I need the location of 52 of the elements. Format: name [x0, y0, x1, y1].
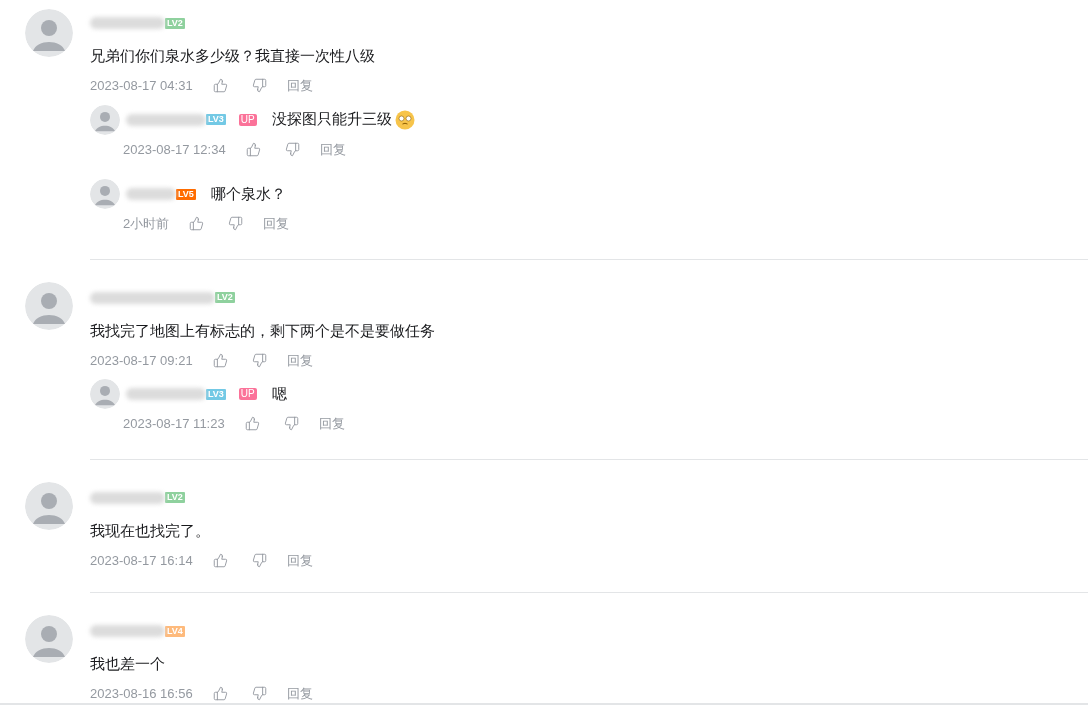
reply-button[interactable]: 回复	[263, 214, 290, 234]
dislike-icon[interactable]	[251, 352, 267, 368]
comment-time: 2023-08-17 16:14	[90, 551, 193, 570]
comment-time: 2小时前	[123, 215, 170, 233]
dislike-icon[interactable]	[283, 416, 299, 432]
blurred-name	[126, 188, 176, 200]
avatar-icon[interactable]	[25, 615, 73, 663]
level-badge: LV3	[206, 388, 226, 400]
avatar-icon[interactable]	[90, 379, 120, 409]
avatar-icon[interactable]	[90, 179, 120, 209]
reply-button[interactable]: 回复	[286, 550, 313, 570]
like-icon[interactable]	[212, 78, 228, 94]
level-badge: LV5	[176, 188, 196, 200]
reply-button[interactable]: 回复	[318, 414, 345, 434]
like-icon[interactable]	[244, 416, 260, 432]
reply-button[interactable]: 回复	[319, 139, 346, 159]
level-badge: LV4	[165, 625, 185, 637]
comment-time: 2023-08-16 16:56	[90, 685, 193, 703]
reply-button[interactable]: 回复	[286, 684, 313, 704]
dislike-icon[interactable]	[228, 216, 244, 232]
reply-text: 嗯	[271, 383, 287, 404]
comment-time: 2023-08-17 12:34	[123, 140, 226, 159]
up-badge: UP	[238, 388, 257, 400]
reply-button[interactable]: 回复	[286, 350, 313, 370]
avatar-icon[interactable]	[25, 281, 73, 330]
avatar-icon[interactable]	[25, 9, 73, 57]
dislike-icon[interactable]	[251, 552, 267, 568]
comment-time: 2023-08-17 09:21	[90, 351, 193, 370]
level-badge: LV2	[165, 492, 185, 503]
comment-text: 我也差一个	[90, 654, 166, 674]
dislike-icon[interactable]	[284, 141, 300, 157]
up-badge: UP	[238, 113, 257, 126]
like-icon[interactable]	[245, 141, 261, 157]
level-badge: LV3	[206, 114, 226, 125]
level-badge: LV2	[215, 292, 235, 303]
dislike-icon[interactable]	[251, 686, 267, 702]
comment-time: 2023-08-17 11:23	[123, 415, 225, 433]
comment-text: 我现在也找完了。	[90, 520, 211, 541]
like-icon[interactable]	[212, 686, 228, 702]
comment-text: 我找完了地图上有标志的，剩下两个是不是要做任务	[90, 320, 436, 341]
dislike-icon[interactable]	[251, 78, 267, 94]
reply-text: 哪个泉水？	[210, 183, 286, 204]
like-icon[interactable]	[212, 552, 228, 568]
reply-button[interactable]: 回复	[286, 76, 313, 96]
level-badge: LV2	[165, 17, 185, 29]
like-icon[interactable]	[212, 352, 228, 368]
avatar-icon[interactable]	[25, 481, 73, 530]
comment-time: 2023-08-17 04:31	[90, 77, 193, 95]
comment-text: 兄弟们你们泉水多少级？我直接一次性八级	[90, 46, 376, 66]
avatar-icon[interactable]	[90, 104, 120, 135]
like-icon[interactable]	[189, 216, 205, 232]
reply-text: 没探图只能升三级	[271, 109, 392, 130]
